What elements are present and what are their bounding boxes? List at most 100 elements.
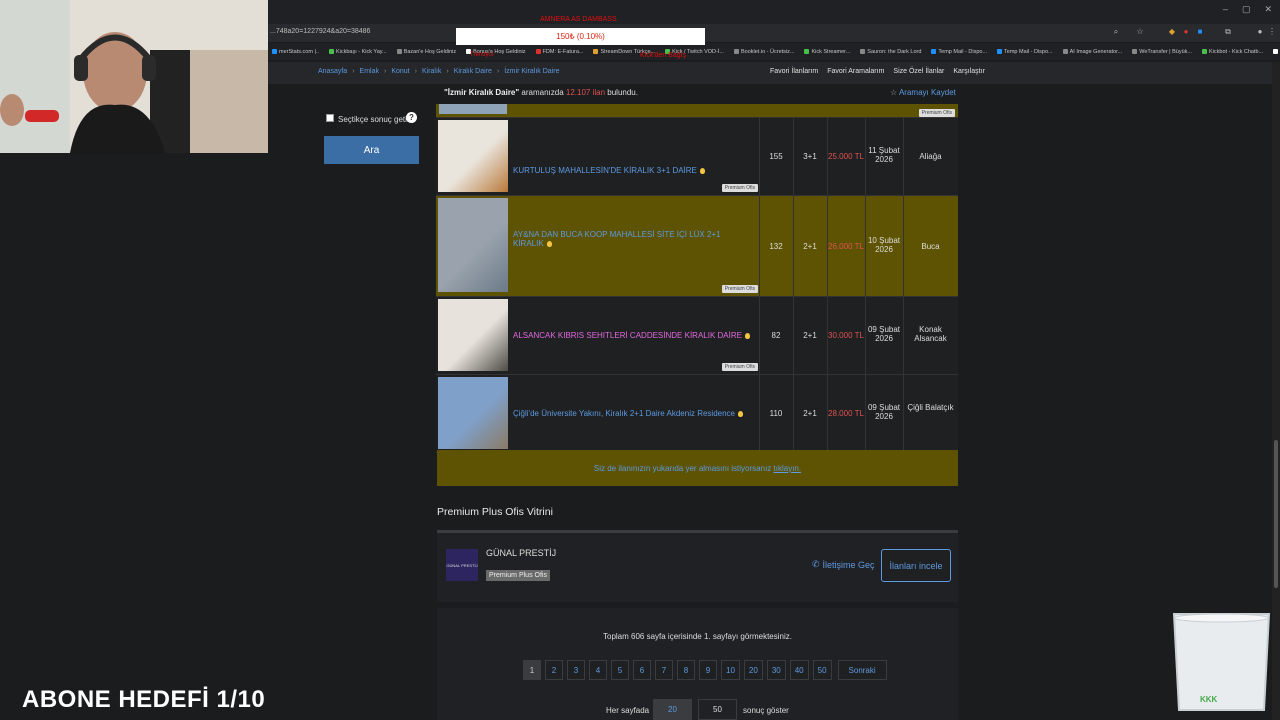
search-button[interactable]: Ara xyxy=(324,136,419,164)
save-search-link[interactable]: ☆ Aramayı Kaydet xyxy=(890,88,956,97)
breadcrumb-separator: › xyxy=(352,68,355,75)
bookmark-label: Booklet.io - Ücretsiz... xyxy=(740,48,795,55)
office-name[interactable]: GÜNAL PRESTİJ xyxy=(486,548,556,558)
listing-title[interactable]: AY&NA DAN BUCA KOOP MAHALLESİ SİTE İÇİ L… xyxy=(513,230,751,248)
table-row-partial[interactable]: Premium Ofis xyxy=(436,104,958,118)
bookmark-item[interactable]: Kick Streamer... xyxy=(804,49,850,55)
table-row[interactable]: Çiğli'de Üniversite Yakını, Kiralık 2+1 … xyxy=(436,375,958,453)
help-icon[interactable]: ? xyxy=(406,112,417,123)
breadcrumb-separator: › xyxy=(383,68,387,75)
bookmark-item[interactable]: Temp Mail - Dispo... xyxy=(997,49,1053,55)
listing-date: 09 Şubat 2026 xyxy=(867,325,901,343)
listing-title[interactable]: KURTULUŞ MAHALLESİN'DE KİRALIK 3+1 DAİRE xyxy=(513,166,751,175)
showcase-title: Premium Plus Ofis Vitrini xyxy=(437,506,553,518)
page-button[interactable]: 5 xyxy=(611,660,629,680)
extension-icon[interactable]: ■ xyxy=(1196,28,1204,36)
bookmark-item[interactable]: Kickbot - Kick Chatb... xyxy=(1202,49,1263,55)
lightbulb-icon xyxy=(699,167,705,174)
page-button[interactable]: 40 xyxy=(789,660,809,680)
scrollbar-thumb[interactable] xyxy=(1274,440,1278,588)
close-button[interactable]: ✕ xyxy=(1264,4,1272,15)
listing-title[interactable]: Çiğli'de Üniversite Yakını, Kiralık 2+1 … xyxy=(513,409,751,418)
favorite-searches-link[interactable]: Favori Aramalarım xyxy=(827,68,884,75)
table-row[interactable]: ALSANCAK KIBRIS SEHITLERİ CADDESİNDE KİR… xyxy=(436,297,958,375)
listing-thumbnail[interactable] xyxy=(438,299,508,371)
bookmark-item[interactable]: Sauron: the Dark Lord xyxy=(860,49,921,55)
listing-title-text: ALSANCAK KIBRIS SEHITLERİ CADDESİNDE KİR… xyxy=(513,331,742,340)
page-button[interactable]: 2 xyxy=(545,660,563,680)
page-button[interactable]: 20 xyxy=(743,660,763,680)
bookmark-item[interactable]: Temp Mail - Dispo... xyxy=(931,49,987,55)
per-page-20-button[interactable]: 20 xyxy=(653,699,692,720)
bookmark-item[interactable]: Documentation | Bo... xyxy=(1273,49,1280,55)
bookmark-item[interactable]: Kickbaşı - Kick Yay... xyxy=(328,48,387,55)
page-button[interactable]: 4 xyxy=(589,660,607,680)
listing-title-text: KURTULUŞ MAHALLESİN'DE KİRALIK 3+1 DAİRE xyxy=(513,166,697,175)
maximize-button[interactable]: ▢ xyxy=(1242,4,1251,15)
showcase-card xyxy=(437,530,958,602)
bookmark-icon xyxy=(535,49,541,54)
listing-thumbnail[interactable] xyxy=(438,120,508,192)
bookmark-item[interactable]: FDM: E-Fatura... xyxy=(535,49,583,55)
breadcrumb-item[interactable]: Emlak xyxy=(360,68,379,75)
premium-plus-badge: Premium Plus Ofis xyxy=(486,570,550,581)
page-button[interactable]: 50 xyxy=(812,660,832,680)
premium-office-badge: Premium Ofis xyxy=(721,184,758,192)
contact-link[interactable]: ✆ İletişime Geç xyxy=(812,559,875,570)
next-page-button[interactable]: Sonraki xyxy=(837,660,887,680)
table-row[interactable]: AY&NA DAN BUCA KOOP MAHALLESİ SİTE İÇİ L… xyxy=(436,196,958,297)
listing-title[interactable]: ALSANCAK KIBRIS SEHITLERİ CADDESİNDE KİR… xyxy=(513,331,751,340)
url-text[interactable]: ...748a20=1227924&a20=38486 xyxy=(270,28,370,35)
page-button[interactable]: 9 xyxy=(699,660,717,680)
breadcrumb-item[interactable]: Konut xyxy=(391,68,409,75)
donation-alert-box: 150₺ (0.10%) xyxy=(456,28,705,45)
listing-thumbnail[interactable] xyxy=(438,377,508,449)
page-button[interactable]: 1 xyxy=(523,660,541,680)
bookmark-star-icon[interactable]: ☆ xyxy=(1136,28,1144,36)
extensions-puzzle-icon[interactable]: ⧉ xyxy=(1224,28,1232,36)
breadcrumb-item[interactable]: İzmir Kiralık Daire xyxy=(504,68,559,75)
bookmark-item[interactable]: AI Image Generator... xyxy=(1062,48,1123,55)
page-button[interactable]: 10 xyxy=(721,660,740,680)
bookmark-icon xyxy=(804,49,810,54)
bookmark-label: Kickbaşı - Kick Yay... xyxy=(335,48,387,55)
promo-link[interactable]: tıklayın. xyxy=(774,464,802,473)
page-button[interactable]: 6 xyxy=(633,660,651,680)
view-listings-button[interactable]: İlanları incele xyxy=(881,549,951,582)
recommended-listings-link[interactable]: Size Özel İlanlar xyxy=(893,68,944,75)
office-logo[interactable]: GÜNAL PRESTİJ xyxy=(446,549,478,581)
bookmark-item[interactable]: merStats.com |.. xyxy=(272,49,319,55)
bookmark-item[interactable]: WeTransfer | Büyük... xyxy=(1132,49,1192,55)
table-row[interactable]: KURTULUŞ MAHALLESİN'DE KİRALIK 3+1 DAİRE… xyxy=(436,118,958,196)
bookmarks-bar: merStats.com |.. Kickbaşı - Kick Yay... Ba… xyxy=(268,43,1280,60)
compare-link[interactable]: Karşılaştır xyxy=(953,68,985,75)
menu-icon[interactable]: ⋮ xyxy=(1268,28,1276,36)
listing-thumbnail[interactable] xyxy=(439,104,507,114)
bookmark-label: AI Image Generator... xyxy=(1069,48,1123,55)
minimize-button[interactable]: – xyxy=(1223,4,1228,15)
bookmark-icon xyxy=(931,49,937,54)
promo-bar: Siz de ilanınızın yukarıda yer almasını … xyxy=(437,450,958,486)
per-page-50-button[interactable]: 50 xyxy=(698,699,737,720)
extension-icon[interactable]: ● xyxy=(1182,28,1190,36)
page-button[interactable]: 3 xyxy=(567,660,585,680)
auto-search-checkbox[interactable] xyxy=(326,114,334,122)
pagination: 1 2 3 4 5 6 7 8 9 10 20 30 40 50 Sonraki xyxy=(523,660,887,680)
bookmark-item[interactable]: Bazan'e Hoş Geldiniz xyxy=(396,49,456,55)
listing-thumbnail[interactable] xyxy=(438,198,508,292)
page-button[interactable]: 8 xyxy=(677,660,695,680)
page-button[interactable]: 30 xyxy=(766,660,786,680)
page-button[interactable]: 7 xyxy=(655,660,673,680)
favorite-listings-link[interactable]: Favori İlanlarım xyxy=(770,68,818,75)
breadcrumb-item[interactable]: Kiralık Daire xyxy=(454,68,492,75)
listing-area: 132 xyxy=(769,241,783,251)
breadcrumb-item[interactable]: Anasayfa xyxy=(318,68,347,75)
bookmark-icon xyxy=(1132,49,1138,54)
address-bar[interactable] xyxy=(268,24,1280,42)
extension-icon[interactable]: ◆ xyxy=(1168,28,1176,36)
zoom-icon[interactable]: ⌕ xyxy=(1112,28,1120,36)
profile-icon[interactable]: ● xyxy=(1256,28,1264,36)
bookmark-item[interactable]: Booklet.io - Ücretsiz... xyxy=(733,48,795,55)
page-scrollbar[interactable] xyxy=(1272,62,1280,720)
breadcrumb-item[interactable]: Kiralık xyxy=(422,68,441,75)
